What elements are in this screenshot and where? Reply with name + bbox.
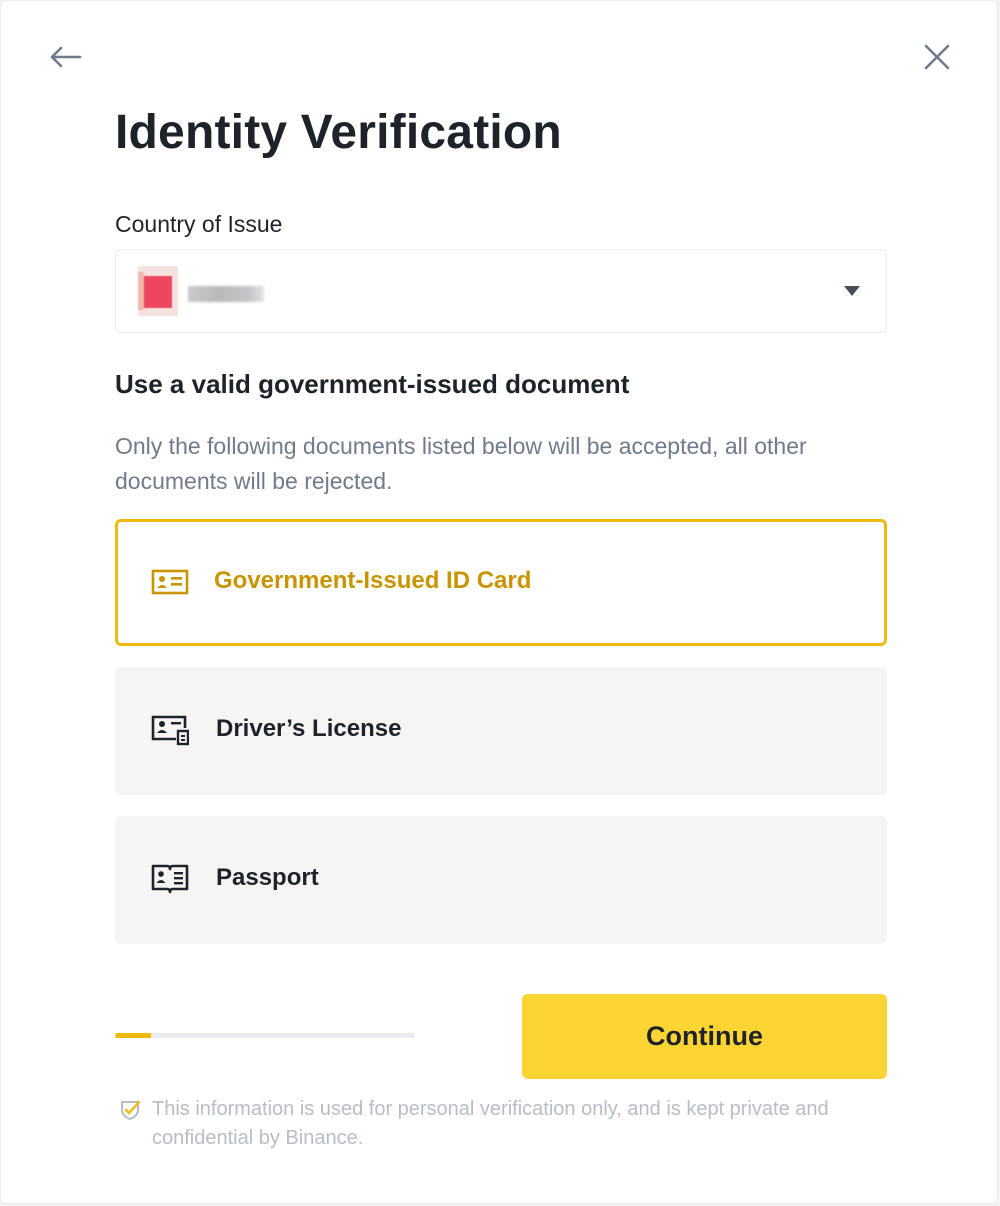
shield-check-icon bbox=[121, 1100, 141, 1121]
doc-option-drivers-license[interactable]: Driver’s License bbox=[115, 667, 887, 795]
doc-option-label: Government-Issued ID Card bbox=[214, 567, 532, 594]
documents-heading: Use a valid government-issued document bbox=[115, 369, 630, 399]
progress-fill bbox=[115, 1033, 151, 1038]
country-select[interactable] bbox=[115, 249, 887, 333]
close-icon bbox=[924, 44, 950, 70]
doc-option-label: Driver’s License bbox=[216, 715, 402, 742]
country-name-redacted bbox=[188, 286, 264, 302]
arrow-left-icon bbox=[50, 46, 82, 68]
progress-bar bbox=[115, 1033, 415, 1038]
doc-option-label: Passport bbox=[216, 864, 319, 891]
back-button[interactable] bbox=[43, 35, 87, 79]
id-card-icon bbox=[151, 569, 189, 595]
doc-option-id-card[interactable]: Government-Issued ID Card bbox=[115, 519, 887, 646]
caret-down-icon bbox=[844, 286, 860, 296]
drivers-license-icon bbox=[151, 715, 189, 746]
close-button[interactable] bbox=[915, 35, 959, 79]
passport-icon bbox=[151, 864, 189, 894]
doc-option-passport[interactable]: Passport bbox=[115, 816, 887, 944]
privacy-notice-text: This information is used for personal ve… bbox=[152, 1098, 829, 1149]
country-flag-icon bbox=[138, 266, 178, 316]
page-title: Identity Verification bbox=[115, 106, 562, 159]
country-of-issue-label: Country of Issue bbox=[115, 211, 283, 237]
continue-button[interactable]: Continue bbox=[522, 994, 887, 1079]
documents-description: Only the following documents listed belo… bbox=[115, 433, 807, 494]
identity-verification-modal: Identity Verification Country of Issue U… bbox=[0, 0, 998, 1204]
